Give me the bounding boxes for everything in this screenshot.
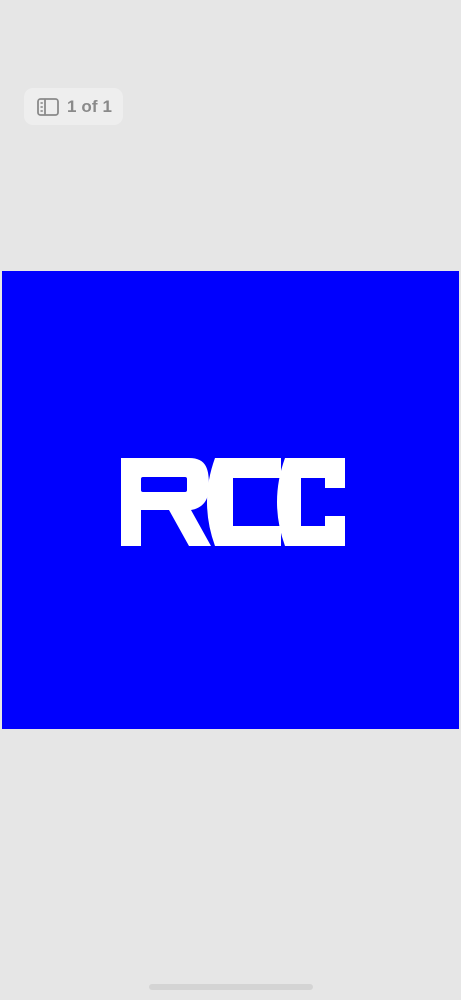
rcc-logo [121,458,345,546]
page-indicator-button[interactable]: 1 of 1 [24,88,123,125]
home-indicator[interactable] [149,984,313,990]
document-image [2,271,459,729]
page-thumbnails-icon [37,97,59,116]
page-count-label: 1 of 1 [67,96,113,116]
